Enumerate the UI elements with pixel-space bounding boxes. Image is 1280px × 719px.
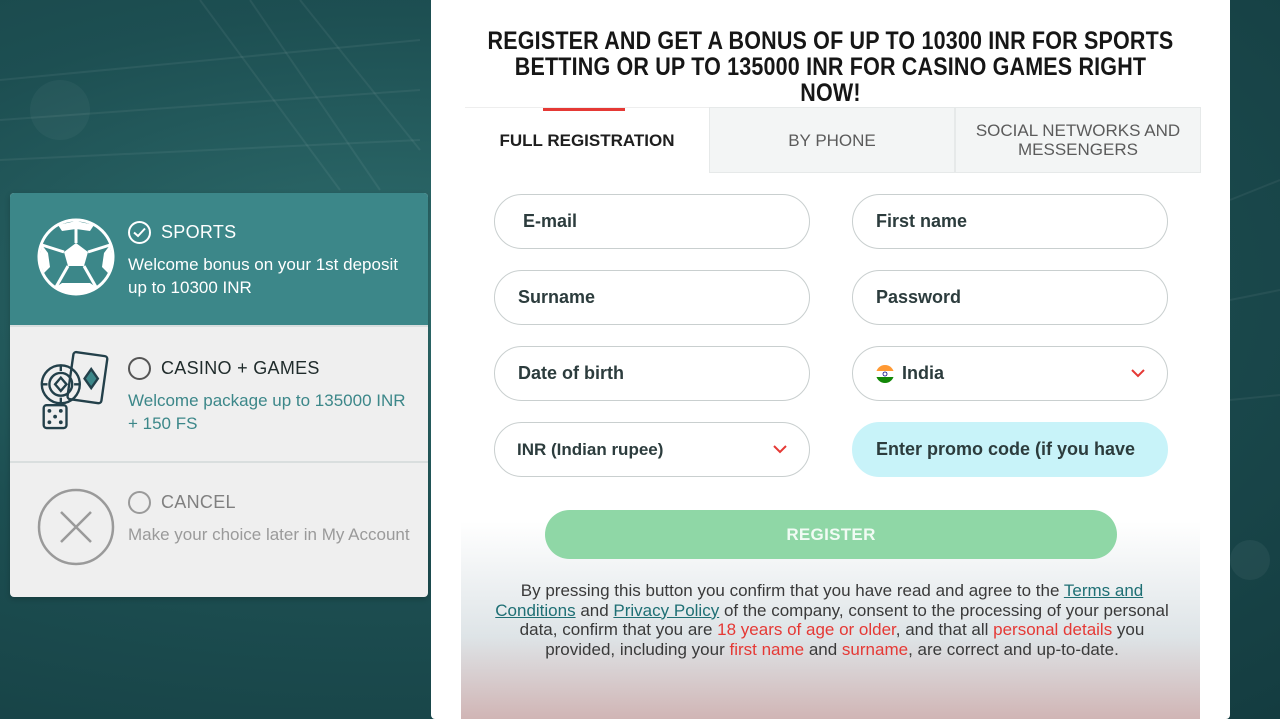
personal-details-highlight: personal details <box>993 620 1113 640</box>
tab-full-registration[interactable]: FULL REGISTRATION <box>465 107 709 173</box>
promo-code-field[interactable] <box>852 422 1168 477</box>
country-value: India <box>902 363 945 383</box>
registration-headline: REGISTER AND GET A BONUS OF UP TO 10300 … <box>487 27 1174 107</box>
chevron-down-icon <box>1131 369 1145 378</box>
disclaimer-text: By pressing this button you confirm that… <box>520 581 1064 600</box>
first-name-field[interactable] <box>852 194 1168 249</box>
password-input[interactable] <box>876 287 1167 308</box>
bonus-option-casino[interactable]: CASINO + GAMES Welcome package up to 135… <box>10 327 428 463</box>
chevron-down-icon <box>773 445 787 454</box>
india-flag-icon <box>876 364 894 383</box>
registration-card: REGISTER AND GET A BONUS OF UP TO 10300 … <box>431 0 1230 719</box>
bonus-desc-sports: Welcome bonus on your 1st deposit up to … <box>128 255 398 297</box>
bonus-option-cancel[interactable]: CANCEL Make your choice later in My Acco… <box>10 463 428 597</box>
email-input[interactable] <box>523 211 809 232</box>
email-field[interactable] <box>494 194 810 249</box>
bonus-desc-casino: Welcome package up to 135000 INR + 150 F… <box>128 391 406 433</box>
disclaimer-text: , and that all <box>895 620 994 640</box>
casino-chips-cards-dice-icon <box>40 350 109 430</box>
bonus-title-cancel: CANCEL <box>161 492 236 512</box>
promo-code-input[interactable] <box>876 439 1167 460</box>
bonus-option-sports[interactable]: SPORTS Welcome bonus on your 1st deposit… <box>10 193 428 327</box>
disclaimer-text: and <box>575 600 614 620</box>
age-highlight: 18 years of age or older <box>717 620 896 640</box>
terms-disclaimer: By pressing this button you confirm that… <box>487 581 1177 659</box>
disclaimer-text: and <box>804 639 842 659</box>
bonus-title-casino: CASINO + GAMES <box>161 358 320 378</box>
registration-tabs: FULL REGISTRATION BY PHONE SOCIAL NETWOR… <box>465 107 1201 173</box>
surname-field[interactable] <box>494 270 810 325</box>
date-of-birth-field[interactable] <box>494 346 810 401</box>
bonus-desc-cancel: Make your choice later in My Account <box>128 525 410 544</box>
tab-social-networks[interactable]: SOCIAL NETWORKS AND MESSENGERS <box>955 107 1201 173</box>
surname-highlight: surname <box>841 639 909 659</box>
sports-radio[interactable] <box>128 221 151 244</box>
country-select[interactable]: India <box>852 346 1168 401</box>
cancel-radio[interactable] <box>128 491 151 514</box>
close-circle-icon <box>37 488 115 566</box>
disclaimer-text: , are correct and up-to-date. <box>908 639 1119 659</box>
privacy-policy-link[interactable]: Privacy Policy <box>613 601 719 620</box>
register-button[interactable]: REGISTER <box>545 510 1117 559</box>
bonus-selection-panel: SPORTS Welcome bonus on your 1st deposit… <box>10 193 428 597</box>
currency-select[interactable]: INR (Indian rupee) <box>494 422 810 477</box>
password-field[interactable] <box>852 270 1168 325</box>
tab-by-phone[interactable]: BY PHONE <box>709 107 955 173</box>
bonus-title-sports: SPORTS <box>161 222 237 242</box>
surname-input[interactable] <box>518 287 809 308</box>
soccer-ball-icon <box>37 218 115 296</box>
casino-radio[interactable] <box>128 357 151 380</box>
first-name-highlight: first name <box>729 639 805 659</box>
currency-value: INR (Indian rupee) <box>517 439 664 459</box>
check-icon <box>133 227 146 238</box>
first-name-input[interactable] <box>876 211 1167 232</box>
date-of-birth-input[interactable] <box>518 363 809 384</box>
